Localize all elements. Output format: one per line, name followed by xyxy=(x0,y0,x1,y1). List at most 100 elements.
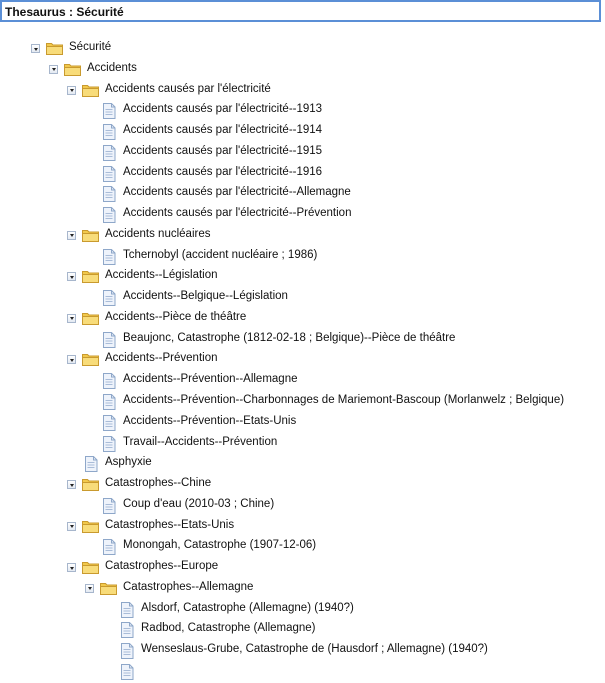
document-icon xyxy=(84,456,98,475)
folder-icon xyxy=(82,477,99,494)
tree-item-label[interactable]: Accidents causés par l'électricité--1913 xyxy=(123,103,322,115)
folder-icon xyxy=(46,41,63,58)
tree-item-label[interactable]: Accidents causés par l'électricité--1914 xyxy=(123,124,322,136)
tree-folder-label[interactable]: Catastrophes--Etats-Unis xyxy=(105,519,234,531)
tree-folder-row[interactable]: Accidents causés par l'électricité xyxy=(0,80,605,101)
document-icon xyxy=(120,622,134,641)
expand-toggle-icon[interactable] xyxy=(67,230,76,240)
tree-item-row[interactable]: Alsdorf, Catastrophe (Allemagne) (1940?) xyxy=(0,599,605,620)
tree-folder-label[interactable]: Sécurité xyxy=(69,41,111,53)
tree-item-label[interactable]: Wenseslaus-Grube, Catastrophe de (Hausdo… xyxy=(141,643,488,655)
folder-icon xyxy=(82,311,99,328)
expand-toggle-icon[interactable] xyxy=(49,64,58,74)
tree-item-row[interactable]: Monongah, Catastrophe (1907-12-06) xyxy=(0,536,605,557)
tree-folder-row[interactable]: Catastrophes--Allemagne xyxy=(0,578,605,599)
expand-toggle-icon[interactable] xyxy=(67,480,76,490)
tree-item-label[interactable]: Alsdorf, Catastrophe (Allemagne) (1940?) xyxy=(141,602,354,614)
document-icon xyxy=(102,290,116,309)
tree-folder-label[interactable]: Accidents causés par l'électricité xyxy=(105,83,271,95)
tree-item-row[interactable]: Accidents causés par l'électricité--1914 xyxy=(0,121,605,142)
tree-item-row[interactable]: Travail--Accidents--Prévention xyxy=(0,433,605,454)
expand-toggle-icon[interactable] xyxy=(67,272,76,282)
tree-item-label[interactable]: Accidents causés par l'électricité--Prév… xyxy=(123,207,351,219)
document-icon xyxy=(102,331,116,351)
document-icon xyxy=(102,539,116,558)
folder-icon xyxy=(82,269,99,286)
tree-item-row[interactable]: Beaujonc, Catastrophe (1812-02-18 ; Belg… xyxy=(0,329,605,350)
folder-icon xyxy=(82,519,99,536)
tree-folder-label[interactable]: Catastrophes--Chine xyxy=(105,477,211,489)
thesaurus-title-bar: Thesaurus : Sécurité xyxy=(0,0,601,22)
document-icon xyxy=(102,103,116,122)
tree-item-row[interactable]: Accidents causés par l'électricité--Prév… xyxy=(0,204,605,225)
tree-item-row[interactable]: Wenseslaus-Grube, Catastrophe de (Hausdo… xyxy=(0,640,605,661)
page-title: Thesaurus : Sécurité xyxy=(5,5,124,19)
tree-item-label[interactable]: Coup d'eau (2010-03 ; Chine) xyxy=(123,498,274,510)
tree-item-row[interactable]: Accidents--Prévention--Allemagne xyxy=(0,370,605,391)
document-icon xyxy=(102,124,116,143)
tree-folder-row[interactable]: Accidents--Pièce de théâtre xyxy=(0,308,605,329)
tree-folder-row[interactable]: Accidents--Prévention xyxy=(0,349,605,370)
tree-item-label[interactable]: Accidents--Prévention--Etats-Unis xyxy=(123,415,296,427)
expand-toggle-icon[interactable] xyxy=(67,313,76,323)
folder-icon xyxy=(100,581,117,598)
tree-item-label[interactable]: Beaujonc, Catastrophe (1812-02-18 ; Belg… xyxy=(123,332,455,344)
tree-folder-row[interactable]: Accidents--Législation xyxy=(0,266,605,287)
document-icon xyxy=(102,394,116,413)
tree-item-row[interactable] xyxy=(0,661,605,682)
tree-item-row[interactable]: Radbod, Catastrophe (Allemagne) xyxy=(0,619,605,640)
document-icon xyxy=(120,663,134,683)
tree-item-row[interactable]: Accidents causés par l'électricité--1916 xyxy=(0,163,605,184)
tree-item-row[interactable]: Accidents--Prévention--Charbonnages de M… xyxy=(0,391,605,412)
tree-folder-label[interactable]: Accidents nucléaires xyxy=(105,228,210,240)
tree-item-label[interactable]: Travail--Accidents--Prévention xyxy=(123,436,277,448)
tree-folder-row[interactable]: Sécurité xyxy=(0,38,605,59)
tree-item-row[interactable]: Asphyxie xyxy=(0,453,605,474)
document-icon xyxy=(102,207,116,226)
tree-folder-row[interactable]: Accidents xyxy=(0,59,605,80)
tree-item-row[interactable]: Tchernobyl (accident nucléaire ; 1986) xyxy=(0,246,605,267)
document-icon xyxy=(120,601,134,621)
document-icon xyxy=(102,144,116,164)
tree-item-row[interactable]: Accidents causés par l'électricité--1913 xyxy=(0,100,605,121)
tree-item-label[interactable]: Monongah, Catastrophe (1907-12-06) xyxy=(123,539,316,551)
document-icon xyxy=(102,435,116,455)
tree-item-row[interactable]: Accidents--Prévention--Etats-Unis xyxy=(0,412,605,433)
document-icon xyxy=(102,373,116,392)
tree-item-label[interactable]: Accidents causés par l'électricité--1916 xyxy=(123,166,322,178)
tree-folder-row[interactable]: Accidents nucléaires xyxy=(0,225,605,246)
tree-folder-label[interactable]: Accidents--Pièce de théâtre xyxy=(105,311,246,323)
tree-folder-row[interactable]: Catastrophes--Europe xyxy=(0,557,605,578)
tree-item-label[interactable]: Accidents--Prévention--Allemagne xyxy=(123,373,298,385)
tree-folder-row[interactable]: Catastrophes--Etats-Unis xyxy=(0,516,605,537)
document-icon xyxy=(102,186,116,205)
tree-item-row[interactable]: Coup d'eau (2010-03 ; Chine) xyxy=(0,495,605,516)
tree-folder-label[interactable]: Catastrophes--Europe xyxy=(105,560,218,572)
tree-item-row[interactable]: Accidents causés par l'électricité--Alle… xyxy=(0,183,605,204)
thesaurus-tree: Sécurité Accidents Accidents causés par l'… xyxy=(0,38,605,682)
folder-icon xyxy=(82,352,99,369)
tree-item-label[interactable]: Accidents causés par l'électricité--1915 xyxy=(123,145,322,157)
tree-item-row[interactable]: Accidents causés par l'électricité--1915 xyxy=(0,142,605,163)
tree-item-label[interactable]: Asphyxie xyxy=(105,456,152,468)
expand-toggle-icon[interactable] xyxy=(67,563,76,573)
tree-item-row[interactable]: Accidents--Belgique--Législation xyxy=(0,287,605,308)
tree-item-label[interactable]: Accidents causés par l'électricité--Alle… xyxy=(123,186,351,198)
tree-item-label[interactable]: Accidents--Belgique--Législation xyxy=(123,290,288,302)
tree-folder-label[interactable]: Accidents--Prévention xyxy=(105,352,218,364)
expand-toggle-icon[interactable] xyxy=(85,583,94,593)
tree-folder-row[interactable]: Catastrophes--Chine xyxy=(0,474,605,495)
expand-toggle-icon[interactable] xyxy=(67,85,76,95)
document-icon xyxy=(102,248,116,268)
tree-folder-label[interactable]: Accidents xyxy=(87,62,137,74)
expand-toggle-icon[interactable] xyxy=(67,355,76,365)
folder-icon xyxy=(82,560,99,577)
expand-toggle-icon[interactable] xyxy=(67,521,76,531)
tree-folder-label[interactable]: Accidents--Législation xyxy=(105,269,218,281)
tree-item-label[interactable]: Tchernobyl (accident nucléaire ; 1986) xyxy=(123,249,317,261)
tree-folder-label[interactable]: Catastrophes--Allemagne xyxy=(123,581,253,593)
tree-item-label[interactable]: Radbod, Catastrophe (Allemagne) xyxy=(141,622,316,634)
folder-icon xyxy=(64,62,81,79)
expand-toggle-icon[interactable] xyxy=(31,44,40,53)
tree-item-label[interactable]: Accidents--Prévention--Charbonnages de M… xyxy=(123,394,564,406)
